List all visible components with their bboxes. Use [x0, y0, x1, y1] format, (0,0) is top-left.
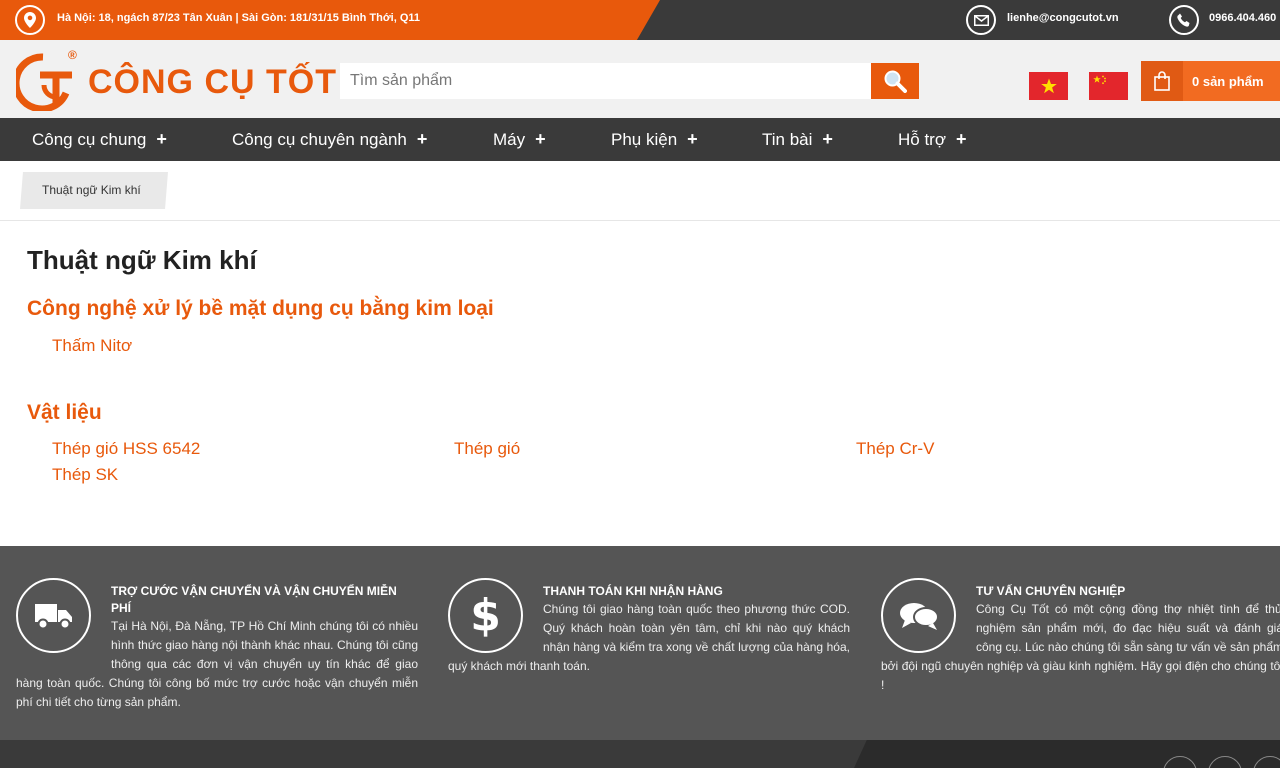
nav-item-articles[interactable]: Tin bài +: [762, 129, 833, 150]
breadcrumb-current: Thuật ngữ Kim khí: [20, 172, 168, 209]
nav-item-label: Phụ kiện: [611, 130, 678, 149]
site-header: ® CÔNG CỤ TỐT 0 sản phẩm: [0, 40, 1280, 118]
brand-name: CÔNG CỤ TỐT: [88, 63, 337, 101]
expand-plus-icon[interactable]: +: [417, 129, 428, 149]
expand-plus-icon[interactable]: +: [822, 129, 833, 149]
term-link[interactable]: Thép Cr-V: [856, 439, 934, 459]
chat-bubbles-icon: [881, 578, 956, 653]
nav-item-label: Công cụ chung: [32, 130, 147, 149]
nav-item-accessories[interactable]: Phụ kiện +: [611, 129, 698, 150]
expand-plus-icon[interactable]: +: [687, 129, 698, 149]
feature-shipping: Trợ cước vận chuyển và vận chuyển miễn p…: [16, 578, 418, 712]
search-button[interactable]: [871, 63, 919, 99]
site-logo[interactable]: ® CÔNG CỤ TỐT: [16, 48, 336, 111]
cart-count-label: 0 sản phẩm: [1192, 73, 1264, 89]
envelope-icon[interactable]: [966, 5, 996, 35]
star-icon: [1040, 78, 1057, 94]
shopping-bag-icon: [1141, 61, 1183, 101]
truck-icon: [16, 578, 91, 653]
nav-item-label: Hỗ trợ: [898, 130, 946, 149]
phone-icon[interactable]: [1169, 5, 1199, 35]
section-title-surface-treatment[interactable]: Công nghệ xử lý bề mặt dụng cụ bằng kim …: [27, 297, 494, 321]
breadcrumb: Thuật ngữ Kim khí: [0, 161, 1280, 221]
contact-phone-link[interactable]: 0966.404.460: [1209, 12, 1276, 24]
expand-plus-icon[interactable]: +: [956, 129, 967, 149]
nav-item-specialized-tools[interactable]: Công cụ chuyên ngành +: [232, 129, 427, 150]
service-features: Trợ cước vận chuyển và vận chuyển miễn p…: [0, 546, 1280, 740]
site-footer: [0, 740, 1280, 768]
nav-item-label: Tin bài: [762, 130, 813, 149]
map-pin-icon: [15, 5, 45, 35]
nav-item-general-tools[interactable]: Công cụ chung +: [32, 129, 167, 150]
search-input[interactable]: [340, 63, 872, 99]
feature-cod-payment: $ Thanh toán khi nhận hàng Chúng tôi gia…: [448, 578, 850, 676]
stars-icon: [1093, 75, 1106, 85]
nav-item-label: Máy: [493, 130, 526, 149]
registered-mark: ®: [68, 48, 77, 62]
feature-consulting: Tư vấn chuyên nghiệp Công Cụ Tốt có một …: [881, 578, 1280, 695]
cart-button[interactable]: 0 sản phẩm: [1141, 61, 1280, 101]
nav-item-machines[interactable]: Máy +: [493, 129, 546, 150]
top-contact-bar: Hà Nội: 18, ngách 87/23 Tân Xuân | Sài G…: [0, 0, 1280, 40]
section-title-materials[interactable]: Vật liệu: [27, 401, 102, 425]
nav-item-support[interactable]: Hỗ trợ +: [898, 129, 967, 150]
term-link[interactable]: Thấm Nitơ: [52, 336, 132, 356]
language-chinese-flag[interactable]: [1089, 72, 1128, 100]
dollar-icon: $: [448, 578, 523, 653]
expand-plus-icon[interactable]: +: [535, 129, 546, 149]
term-link[interactable]: Thép gió: [454, 439, 520, 459]
contact-email-link[interactable]: lienhe@congcutot.vn: [1007, 12, 1119, 24]
term-link[interactable]: Thép gió HSS 6542: [52, 439, 200, 459]
nav-item-label: Công cụ chuyên ngành: [232, 130, 407, 149]
language-vietnamese-flag[interactable]: [1029, 72, 1068, 100]
term-link[interactable]: Thép SK: [52, 465, 118, 485]
store-address: Hà Nội: 18, ngách 87/23 Tân Xuân | Sài G…: [57, 12, 421, 24]
page-title: Thuật ngữ Kim khí: [27, 245, 257, 275]
main-navigation: Công cụ chung + Công cụ chuyên ngành + Máy…: [0, 118, 1280, 161]
expand-plus-icon[interactable]: +: [156, 129, 167, 149]
search-icon: [884, 70, 907, 93]
